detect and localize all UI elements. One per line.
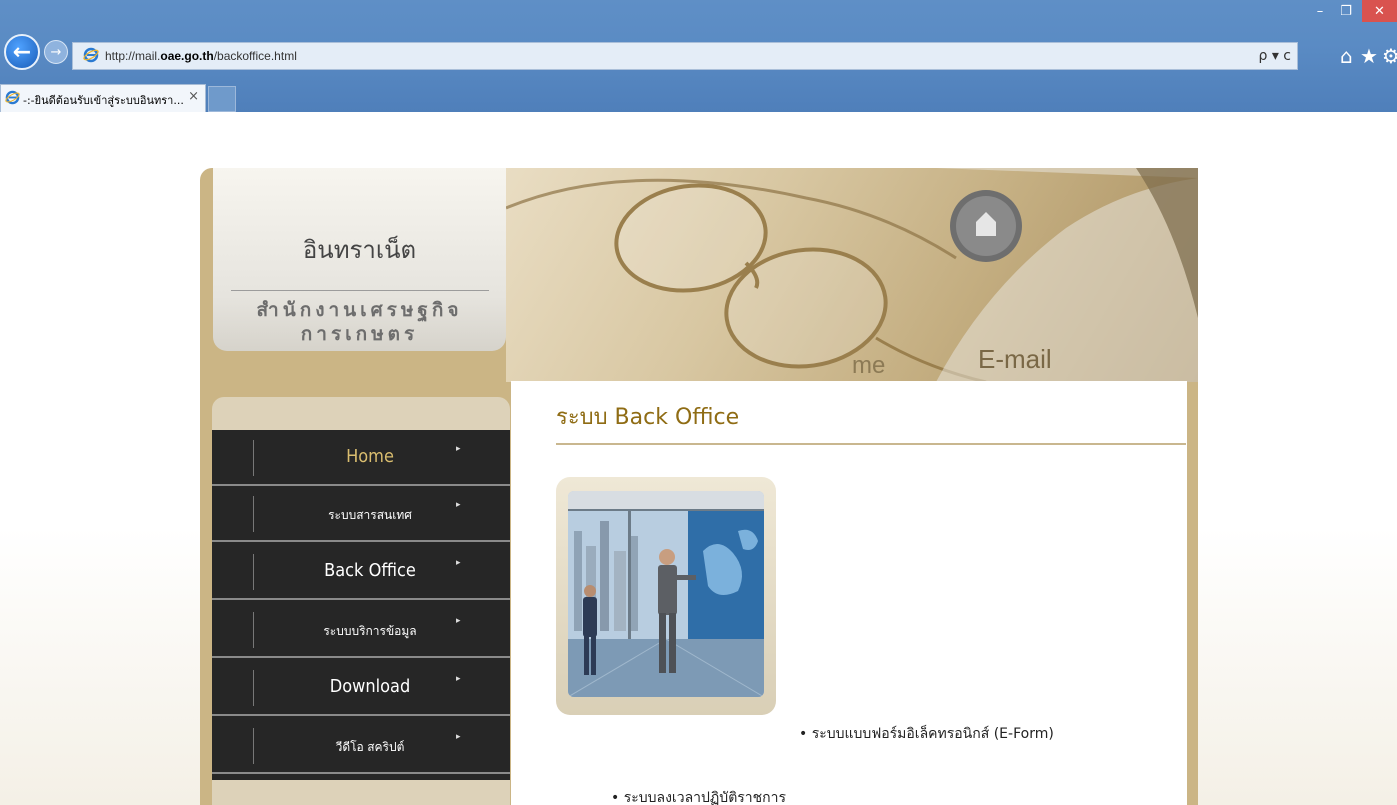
ie-logo-icon <box>5 90 20 105</box>
tab-title: -:-ยินดีต้อนรับเข้าสู่ระบบอินทรา... <box>23 94 183 107</box>
nav-item-video-script[interactable]: วีดีโอ สคริปต์ ▸ <box>212 718 510 774</box>
nav-item-back-office[interactable]: Back Office ▸ <box>212 544 510 600</box>
nav-item-data-services[interactable]: ระบบบริการข้อมูล ▸ <box>212 602 510 658</box>
browser-tab[interactable]: -:-ยินดีต้อนรับเข้าสู่ระบบอินทรา... × <box>0 84 206 112</box>
main-content: ระบบ Back Office • ระบบแบบฟอร์มอิเล็คทรอ… <box>511 381 1187 805</box>
search-refresh-controls[interactable]: ρ ▾ c <box>1258 48 1291 64</box>
chevron-right-icon: ▸ <box>456 444 461 454</box>
title-divider <box>556 443 1186 445</box>
minimize-button[interactable]: – <box>1308 0 1332 22</box>
nav-label: ระบบบริการข้อมูล <box>323 624 417 638</box>
banner-text-home: me <box>852 352 886 379</box>
logo-title: อินทราเน็ต <box>302 236 417 264</box>
chevron-right-icon: ▸ <box>456 500 461 510</box>
banner-photo <box>506 168 1198 382</box>
close-window-button[interactable]: ✕ <box>1362 0 1397 22</box>
tab-strip: -:-ยินดีต้อนรับเข้าสู่ระบบอินทรา... × <box>0 82 1397 112</box>
ie-logo-icon <box>83 47 99 63</box>
chevron-right-icon: ▸ <box>456 616 461 626</box>
nav-label: Download <box>329 676 411 697</box>
home-icon[interactable]: ⌂ <box>1340 44 1353 68</box>
main-navigation: Home ▸ ระบบสารสนเทศ ▸ Back Office ▸ ระบบ… <box>212 430 510 780</box>
nav-item-information-system[interactable]: ระบบสารสนเทศ ▸ <box>212 486 510 542</box>
settings-gear-icon[interactable]: ⚙ <box>1382 44 1397 68</box>
eform-link[interactable]: • ระบบแบบฟอร์มอิเล็คทรอนิกส์ (E-Form) <box>799 723 1054 745</box>
tab-close-icon[interactable]: × <box>188 89 199 104</box>
intranet-site: me E-mail อินทราเน็ต สำนักงานเศรษฐกิจการ… <box>200 168 1198 805</box>
favorites-star-icon[interactable]: ★ <box>1360 44 1378 68</box>
business-presentation-image <box>568 491 764 697</box>
new-tab-button[interactable] <box>208 86 236 112</box>
back-button[interactable]: ← <box>4 34 40 70</box>
chevron-right-icon: ▸ <box>456 732 461 742</box>
feature-image-frame <box>556 477 776 715</box>
page-title: ระบบ Back Office <box>556 405 740 430</box>
nav-item-home[interactable]: Home ▸ <box>212 430 510 486</box>
forward-button[interactable]: → <box>44 40 68 64</box>
nav-item-download[interactable]: Download ▸ <box>212 660 510 716</box>
logo-subtitle: สำนักงานเศรษฐกิจการเกษตร <box>256 299 463 345</box>
site-logo[interactable]: อินทราเน็ต สำนักงานเศรษฐกิจการเกษตร <box>213 168 506 351</box>
maximize-button[interactable]: ❐ <box>1334 0 1358 22</box>
chevron-right-icon: ▸ <box>456 558 461 568</box>
address-bar[interactable]: http://mail.oae.go.th/backoffice.html ρ … <box>72 42 1298 70</box>
url-text[interactable]: http://mail.oae.go.th/backoffice.html <box>105 49 297 63</box>
logo-divider <box>231 290 489 291</box>
time-attendance-link[interactable]: • ระบบลงเวลาปฏิบัติราชการ <box>611 787 786 805</box>
nav-label: Back Office <box>324 560 416 581</box>
back-arrow-icon: ← <box>12 39 32 65</box>
chevron-right-icon: ▸ <box>456 674 461 684</box>
browser-chrome: – ❐ ✕ ← → http://mail.oae.go.th/backoffi… <box>0 0 1397 112</box>
nav-label: วีดีโอ สคริปต์ <box>335 740 405 754</box>
nav-label: Home <box>346 446 394 467</box>
banner-text-email: E-mail <box>978 344 1052 374</box>
forward-arrow-icon: → <box>50 44 62 60</box>
nav-label: ระบบสารสนเทศ <box>328 508 412 522</box>
